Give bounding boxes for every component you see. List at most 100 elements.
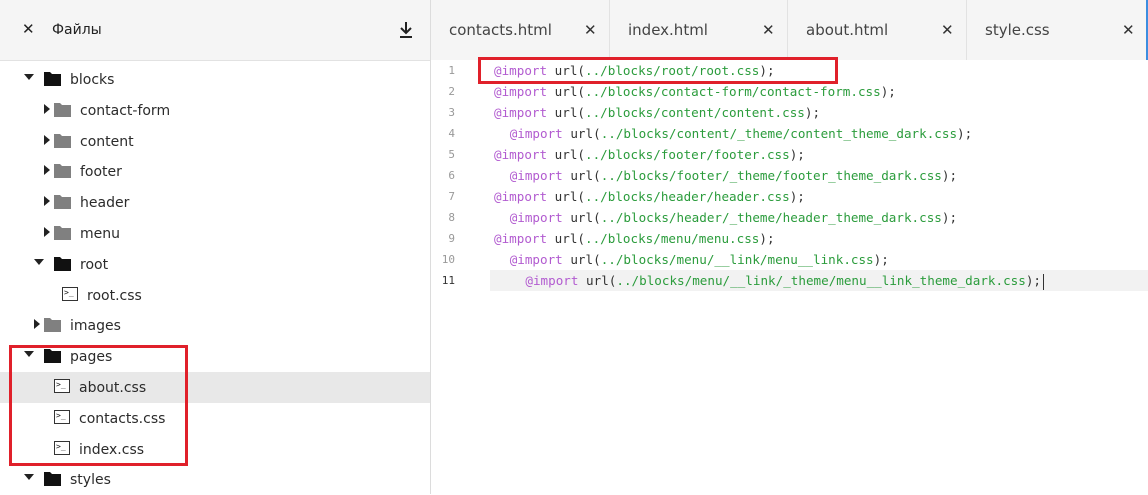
tree-folder-header[interactable]: header [0,187,430,218]
caret-right-icon[interactable] [44,103,50,114]
code-line[interactable]: 5 @import url(../blocks/footer/footer.css… [431,144,1148,165]
keyword: @import [509,168,563,183]
code-line[interactable]: 10 @import url(../blocks/menu/__link/menu… [431,249,1148,270]
tab-about-html[interactable]: about.html ✕ [788,0,967,60]
line-number: 1 [448,64,455,77]
code-line[interactable]: 9 @import url(../blocks/menu/menu.css); [431,228,1148,249]
punctuation: ); [1025,273,1041,288]
function: url( [562,126,601,141]
code-line[interactable]: 7 @import url(../blocks/header/header.css… [431,186,1148,207]
string: ../blocks/root/root.css [585,63,760,78]
punctuation: ); [789,147,805,162]
folder-icon [54,133,71,148]
tree-item-label: images [70,318,121,335]
line-number: 3 [448,106,455,119]
punctuation: ); [957,126,973,141]
tree-folder-root[interactable]: root [0,249,430,280]
caret-right-icon[interactable] [44,165,50,176]
close-icon[interactable]: ✕ [22,19,35,39]
folder-icon [54,164,71,179]
code-line[interactable]: 11 @import url(../blocks/menu/__link/_the… [431,270,1148,291]
close-icon[interactable]: ✕ [1122,20,1135,40]
tree-folder-contact-form[interactable]: contact-form [0,95,430,126]
tree-folder-footer[interactable]: footer [0,156,430,187]
keyword: @import [494,231,548,246]
tab-label: about.html [806,21,889,39]
code-text: @import url(../blocks/menu/menu.css); [494,228,775,249]
caret-right-icon[interactable] [44,196,50,207]
code-line[interactable]: 6 @import url(../blocks/footer/_theme/foo… [431,165,1148,186]
function: url( [547,105,585,120]
line-number: 5 [448,148,455,161]
caret-right-icon[interactable] [34,319,40,330]
tab-style-css[interactable]: style.css ✕ [967,0,1148,60]
line-number: 10 [441,253,455,266]
folder-icon [44,72,61,86]
tree-file-root-css[interactable]: >_ root.css [0,280,430,311]
code-line[interactable]: 3 @import url(../blocks/content/content.c… [431,102,1148,123]
code-editor[interactable]: 1 @import url(../blocks/root/root.css); 2 @… [431,57,1148,494]
close-icon[interactable]: ✕ [762,20,775,40]
function: url( [562,168,601,183]
tree-folder-images[interactable]: images [0,310,430,341]
code-line[interactable]: 1 @import url(../blocks/root/root.css); [431,60,1148,81]
punctuation: ); [873,252,889,267]
close-icon[interactable]: ✕ [584,20,597,40]
download-icon[interactable] [397,20,415,40]
code-text: @import url(../blocks/header/header.css)… [494,186,805,207]
code-line[interactable]: 2 @import url(../blocks/contact-form/cont… [431,81,1148,102]
caret-right-icon[interactable] [44,134,50,145]
file-explorer-title: Файлы [52,22,102,38]
line-number: 6 [448,169,455,182]
tree-item-label: root [80,256,109,273]
tab-label: contacts.html [449,21,552,39]
code-line[interactable]: 8 @import url(../blocks/header/_theme/hea… [431,207,1148,228]
close-icon[interactable]: ✕ [941,20,954,40]
caret-right-icon[interactable] [44,227,50,237]
tree-item-label: blocks [70,72,115,88]
line-number: 2 [448,85,455,98]
file-explorer: ✕ Файлы blocks contact-form content footer h… [0,0,431,494]
punctuation: ); [880,84,896,99]
keyword: @import [509,126,563,141]
file-icon: >_ [62,286,78,301]
keyword: @import [494,84,548,99]
keyword: @import [509,210,563,225]
code-line[interactable]: 4 @import url(../blocks/content/_theme/co… [431,123,1148,144]
function: url( [547,84,585,99]
caret-down-icon[interactable] [24,474,34,481]
function: url( [578,273,617,288]
keyword: @import [509,252,563,267]
tab-label: style.css [985,21,1050,39]
folder-icon [44,472,61,487]
code-text: @import url(../blocks/menu/__link/menu__… [510,249,889,270]
caret-down-icon[interactable] [24,74,34,80]
tree-item-label: footer [80,164,122,181]
tab-index-html[interactable]: index.html ✕ [610,0,788,60]
editor-tabs: contacts.html ✕ index.html ✕ about.html ✕ styl… [431,0,1148,61]
tree-item-label: menu [80,226,120,242]
punctuation: ); [941,210,958,225]
string: ../blocks/content/_theme/content_theme_d… [600,126,958,141]
folder-icon [44,318,61,333]
string: ../blocks/menu/__link/menu__link.css [600,252,874,267]
tree-folder-content[interactable]: content [0,126,430,157]
punctuation: ); [804,105,821,120]
code-text: @import url(../blocks/content/content.cs… [494,102,820,123]
line-number: 9 [448,232,455,245]
tree-folder-blocks[interactable]: blocks [0,64,430,95]
code-text: @import url(../blocks/footer/footer.css)… [494,144,805,165]
string: ../blocks/contact-form/contact-form.css [585,84,881,99]
tree-folder-menu[interactable]: menu [0,218,430,249]
file-explorer-header: ✕ Файлы [0,0,430,61]
tree-folder-styles[interactable]: styles [0,464,430,495]
folder-icon [54,226,71,240]
tab-contacts-html[interactable]: contacts.html ✕ [431,0,610,60]
function: url( [547,63,585,78]
function: url( [547,231,585,246]
code-text: @import url(../blocks/header/_theme/head… [510,207,957,228]
string: ../blocks/header/header.css [585,189,790,204]
string: ../blocks/footer/_theme/footer_theme_dar… [600,168,942,183]
caret-down-icon[interactable] [34,258,44,265]
annotation-highlight-pages [9,345,188,466]
